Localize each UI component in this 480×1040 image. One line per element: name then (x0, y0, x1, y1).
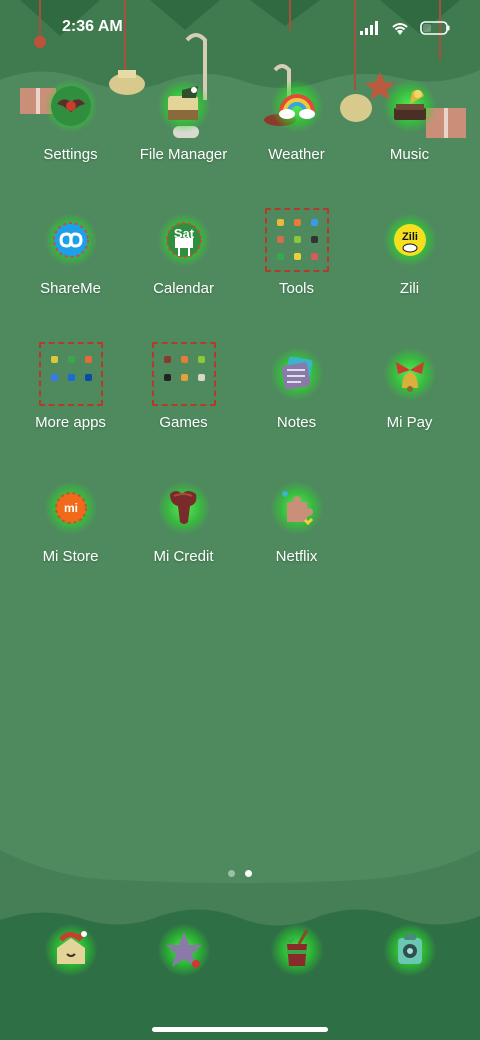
app-weather[interactable]: Weather (240, 78, 353, 212)
app-games-folder[interactable]: Games (127, 342, 240, 480)
dock-app-3[interactable] (240, 922, 353, 982)
status-bar: 2:36 AM (0, 0, 480, 56)
app-row: mi Mi Store Mi Credit Netflix (14, 480, 466, 614)
app-label: Calendar (153, 280, 214, 297)
app-mi-pay[interactable]: Mi Pay (353, 346, 466, 480)
dock-app-4[interactable] (353, 922, 466, 982)
app-row: More apps Games Notes Mi Pay (14, 342, 466, 480)
rainbow-cloud-icon (278, 94, 315, 119)
signal-icon (360, 21, 378, 35)
page-indicator (0, 870, 480, 877)
app-label: Mi Pay (386, 414, 433, 431)
system-icons (360, 18, 450, 38)
app-grid: Settings File Manager Weather Music Shar… (14, 78, 466, 614)
app-mi-credit[interactable]: Mi Credit (127, 480, 240, 614)
santa-house-icon (56, 931, 87, 964)
app-calendar[interactable]: Sat Calendar (127, 212, 240, 346)
dock-app-2[interactable] (127, 922, 240, 982)
camera-icon (397, 934, 422, 964)
star-icon (165, 932, 202, 968)
mi-credit-icon (169, 491, 196, 524)
shareme-icon (52, 222, 89, 258)
puzzle-icon (281, 491, 313, 526)
calendar-sign-icon: Sat (165, 222, 202, 258)
page-dot-active[interactable] (245, 870, 252, 877)
wifi-icon (392, 23, 408, 35)
app-settings[interactable]: Settings (14, 78, 127, 212)
app-row: Settings File Manager Weather Music (14, 78, 466, 212)
zili-icon: Zili (393, 224, 426, 256)
app-label: Zili (399, 280, 420, 297)
app-label: ShareMe (40, 280, 101, 297)
app-more-apps-folder[interactable]: More apps (14, 342, 127, 480)
app-label: Mi Credit (153, 548, 214, 565)
folder-icon (264, 208, 329, 272)
app-label: Games (159, 414, 208, 431)
page-dot[interactable] (228, 870, 235, 877)
folder-icon (151, 342, 216, 406)
zili-logo-text: Zili (402, 231, 418, 243)
app-zili[interactable]: Zili Zili (353, 212, 466, 346)
notes-stack-icon (281, 356, 312, 390)
app-label: Notes (276, 414, 317, 431)
folder-icon (38, 342, 103, 406)
bat-gear-icon (50, 86, 91, 126)
gift-cup-icon (285, 929, 308, 966)
app-mi-store[interactable]: mi Mi Store (14, 480, 127, 614)
dock-app-1[interactable] (14, 922, 127, 982)
app-label: Tools (278, 280, 315, 297)
battery-icon (420, 21, 450, 35)
home-indicator[interactable] (152, 1027, 328, 1032)
app-music[interactable]: Music (353, 78, 466, 212)
dock (14, 922, 466, 982)
app-label: Netflix (275, 548, 318, 565)
app-label: Mi Store (42, 548, 99, 565)
status-time: 2:36 AM (62, 18, 123, 35)
app-notes[interactable]: Notes (240, 346, 353, 480)
app-label: More apps (35, 414, 106, 431)
mi-store-icon: mi (54, 492, 87, 524)
app-label: Weather (268, 146, 325, 163)
app-row: ShareMe Sat Calendar Tools Zili Zili (14, 208, 466, 346)
app-file-manager[interactable]: File Manager (127, 78, 240, 212)
app-label: Music (389, 146, 430, 163)
app-label: File Manager (139, 146, 228, 163)
app-netflix[interactable]: Netflix (240, 480, 353, 614)
calendar-day-text: Sat (173, 226, 194, 241)
app-tools-folder[interactable]: Tools (240, 208, 353, 346)
app-label: Settings (43, 146, 98, 163)
app-shareme[interactable]: ShareMe (14, 212, 127, 346)
mi-logo-text: mi (63, 501, 77, 515)
bell-bow-icon (395, 362, 424, 392)
cake-folder-icon (167, 86, 198, 120)
gramophone-icon (393, 89, 426, 120)
